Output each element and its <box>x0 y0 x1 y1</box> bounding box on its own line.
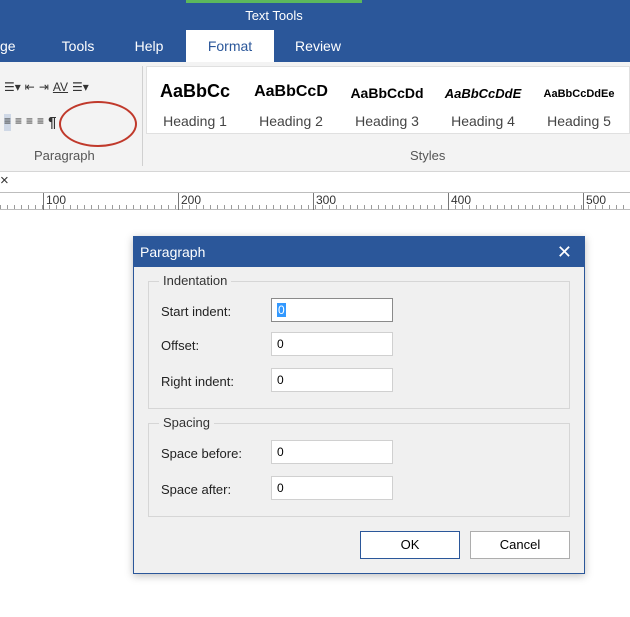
justify-icon[interactable]: ≡ <box>37 114 44 131</box>
style-heading-3[interactable]: AaBbCcDd Heading 3 <box>339 67 435 135</box>
styles-gallery: AaBbCc Heading 1 AaBbCcD Heading 2 AaBbC… <box>146 66 630 134</box>
group-divider <box>142 66 143 166</box>
ruler-mark: 400 <box>451 193 472 207</box>
style-name: Heading 1 <box>163 113 227 129</box>
show-formatting-marks-icon[interactable]: ¶ <box>48 114 56 131</box>
space-after-input[interactable]: 0 <box>271 476 393 500</box>
start-indent-input[interactable]: 0 <box>271 298 393 322</box>
dialog-close-button[interactable]: ✕ <box>557 237 572 267</box>
style-sample: AaBbCc <box>159 81 230 101</box>
space-after-label: Space after: <box>161 482 232 497</box>
horizontal-ruler[interactable]: 100 200 300 400 500 <box>0 192 630 210</box>
right-indent-label: Right indent: <box>161 374 234 389</box>
spacing-group: Spacing Space before: 0 Space after: 0 <box>148 415 570 517</box>
style-heading-5[interactable]: AaBbCcDdEe Heading 5 <box>531 67 627 135</box>
close-icon[interactable]: × <box>0 172 16 190</box>
paragraph-group-label: Paragraph <box>34 148 95 163</box>
style-name: Heading 4 <box>451 113 515 129</box>
ruler-major-tick <box>178 193 179 210</box>
style-heading-2[interactable]: AaBbCcD Heading 2 <box>243 67 339 135</box>
ruler-major-tick <box>448 193 449 210</box>
bullets-icon[interactable]: ☰▾ <box>4 80 21 94</box>
ribbon-tab-bar: Text Tools ge Tools Help Format Review <box>0 0 630 62</box>
start-indent-label: Start indent: <box>161 304 232 319</box>
paragraph-tools-row-2: ≡ ≡ ≡ ≡ ¶ <box>4 114 56 131</box>
context-tab-label: Text Tools <box>186 0 362 30</box>
tab-ge[interactable]: ge <box>0 30 24 62</box>
style-sample: AaBbCcDd <box>350 85 424 101</box>
indentation-group: Indentation Start indent: 0 Offset: 0 Ri… <box>148 273 570 409</box>
style-sample: AaBbCcDdE <box>444 86 522 101</box>
spacing-legend: Spacing <box>159 415 214 430</box>
tab-format[interactable]: Format <box>186 30 274 62</box>
ruler-mark: 500 <box>586 193 607 207</box>
tab-help[interactable]: Help <box>124 30 174 62</box>
style-name: Heading 5 <box>547 113 611 129</box>
ruler-area: × 100 200 300 400 500 <box>0 172 630 216</box>
style-name: Heading 2 <box>259 113 323 129</box>
decrease-indent-icon[interactable]: ⇤ <box>25 80 35 94</box>
align-center-icon[interactable]: ≡ <box>15 114 22 131</box>
styles-group-label: Styles <box>410 148 446 163</box>
offset-label: Offset: <box>161 338 200 353</box>
style-sample: AaBbCcD <box>254 83 328 100</box>
align-left-icon[interactable]: ≡ <box>4 114 12 131</box>
tab-tools[interactable]: Tools <box>50 30 106 62</box>
space-before-label: Space before: <box>161 446 242 461</box>
cancel-button[interactable]: Cancel <box>470 531 570 559</box>
ruler-major-tick <box>43 193 44 210</box>
line-spacing-icon[interactable]: ☰▾ <box>72 80 89 94</box>
style-name: Heading 3 <box>355 113 419 129</box>
highlight-circle <box>59 101 137 147</box>
ruler-mark: 200 <box>181 193 202 207</box>
ruler-major-tick <box>583 193 584 210</box>
style-heading-4[interactable]: AaBbCcDdE Heading 4 <box>435 67 531 135</box>
style-sample: AaBbCcDdEe <box>543 88 615 100</box>
indentation-legend: Indentation <box>159 273 232 288</box>
ruler-major-tick <box>313 193 314 210</box>
space-before-input[interactable]: 0 <box>271 440 393 464</box>
ruler-mark: 300 <box>316 193 337 207</box>
paragraph-dialog: Paragraph ✕ Indentation Start indent: 0 … <box>133 236 585 574</box>
right-indent-input[interactable]: 0 <box>271 368 393 392</box>
style-heading-1[interactable]: AaBbCc Heading 1 <box>147 67 243 135</box>
align-right-icon[interactable]: ≡ <box>26 114 33 131</box>
tab-review[interactable]: Review <box>280 30 356 62</box>
offset-input[interactable]: 0 <box>271 332 393 356</box>
character-spacing-icon[interactable]: AV <box>53 80 68 94</box>
ruler-mark: 100 <box>46 193 67 207</box>
increase-indent-icon[interactable]: ⇥ <box>39 80 49 94</box>
paragraph-tools-row-1: ☰▾ ⇤ ⇥ AV ☰▾ <box>4 80 89 94</box>
app-window: Text Tools ge Tools Help Format Review ☰… <box>0 0 630 617</box>
ok-button[interactable]: OK <box>360 531 460 559</box>
start-indent-value: 0 <box>277 303 286 317</box>
dialog-title: Paragraph <box>134 237 584 267</box>
